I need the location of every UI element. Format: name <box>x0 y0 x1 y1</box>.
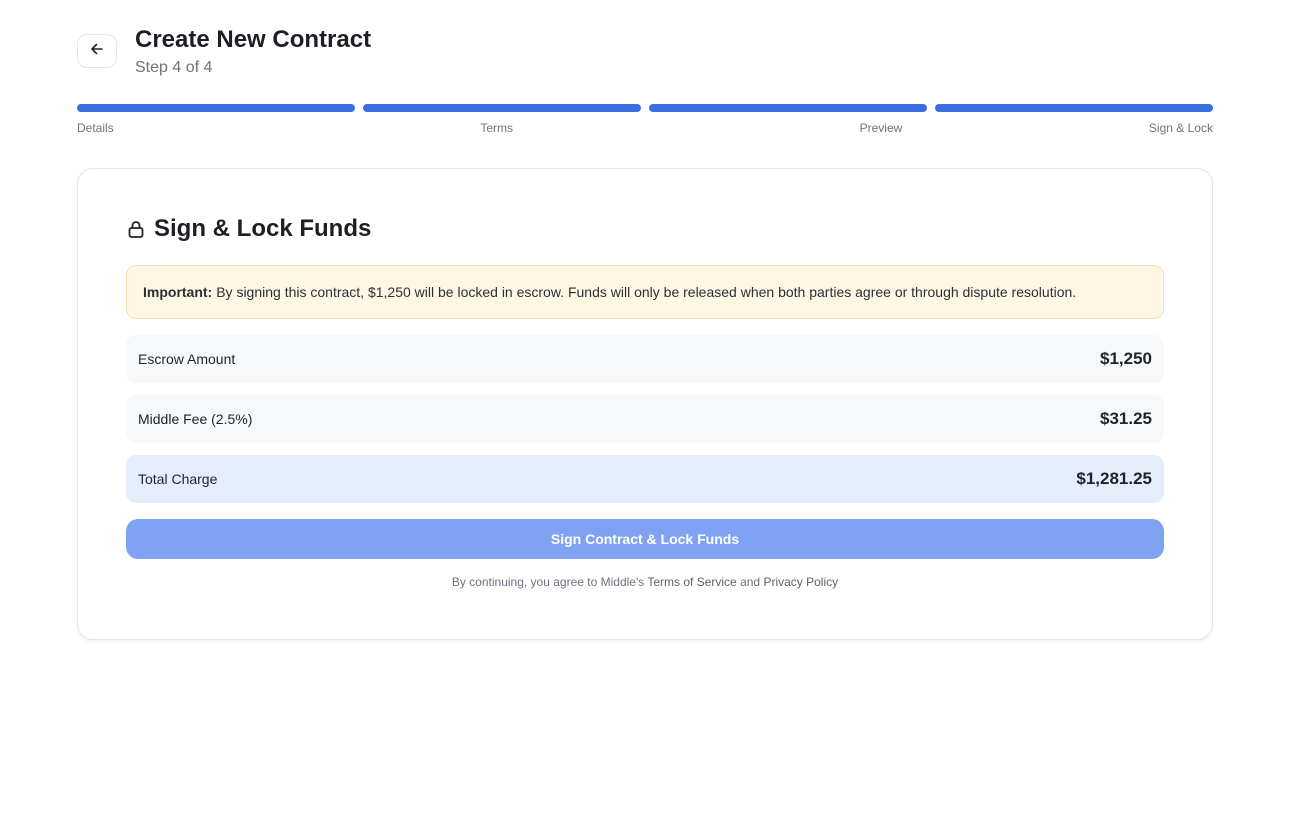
step-labels: Details Terms Preview Sign & Lock <box>77 120 1213 136</box>
progress-segment-sign-lock <box>935 104 1213 112</box>
legal-text: By continuing, you agree to Middle's Ter… <box>126 574 1164 590</box>
total-charge-label: Total Charge <box>138 471 218 487</box>
card-heading: Sign & Lock Funds <box>126 213 371 245</box>
back-button[interactable] <box>77 34 117 68</box>
page-title: Create New Contract <box>135 26 372 53</box>
notice-label: Important: <box>143 284 213 300</box>
card-title: Sign & Lock Funds <box>154 215 372 242</box>
escrow-amount-row: Escrow Amount $1,250 <box>126 335 1164 383</box>
progress-segment-terms <box>363 104 641 112</box>
sign-contract-button[interactable]: Sign Contract & Lock Funds <box>126 519 1164 559</box>
escrow-amount-value: $1,250 <box>1100 349 1152 368</box>
legal-prefix: By continuing, you agree to Middle's <box>451 575 645 589</box>
total-charge-row: Total Charge $1,281.25 <box>126 455 1164 503</box>
step-indicator: Step 4 of 4 <box>135 59 213 76</box>
privacy-policy-link[interactable]: Privacy Policy <box>763 575 838 589</box>
fee-label: Middle Fee (2.5%) <box>138 411 253 427</box>
fee-row: Middle Fee (2.5%) $31.25 <box>126 395 1164 443</box>
total-charge-value: $1,281.25 <box>1076 469 1152 488</box>
legal-and: and <box>740 575 761 589</box>
step-label-preview: Preview <box>859 121 903 135</box>
terms-of-service-link[interactable]: Terms of Service <box>647 575 736 589</box>
notice-text: By signing this contract, $1,250 will be… <box>216 284 1077 300</box>
step-label-terms: Terms <box>480 121 513 135</box>
step-label-sign-lock: Sign & Lock <box>1148 121 1213 135</box>
lock-icon <box>126 219 146 239</box>
create-contract-page: Create New Contract Step 4 of 4 Details … <box>0 0 1290 838</box>
progress-segment-preview <box>649 104 927 112</box>
important-notice: Important: By signing this contract, $1,… <box>126 265 1164 319</box>
progress-bar <box>77 104 1213 112</box>
step-label-details: Details <box>77 121 114 135</box>
escrow-amount-label: Escrow Amount <box>138 351 236 367</box>
fee-value: $31.25 <box>1100 409 1152 428</box>
sign-lock-card: Sign & Lock Funds Important: By signing … <box>77 168 1213 640</box>
arrow-left-icon <box>90 42 104 61</box>
progress-segment-details <box>77 104 355 112</box>
